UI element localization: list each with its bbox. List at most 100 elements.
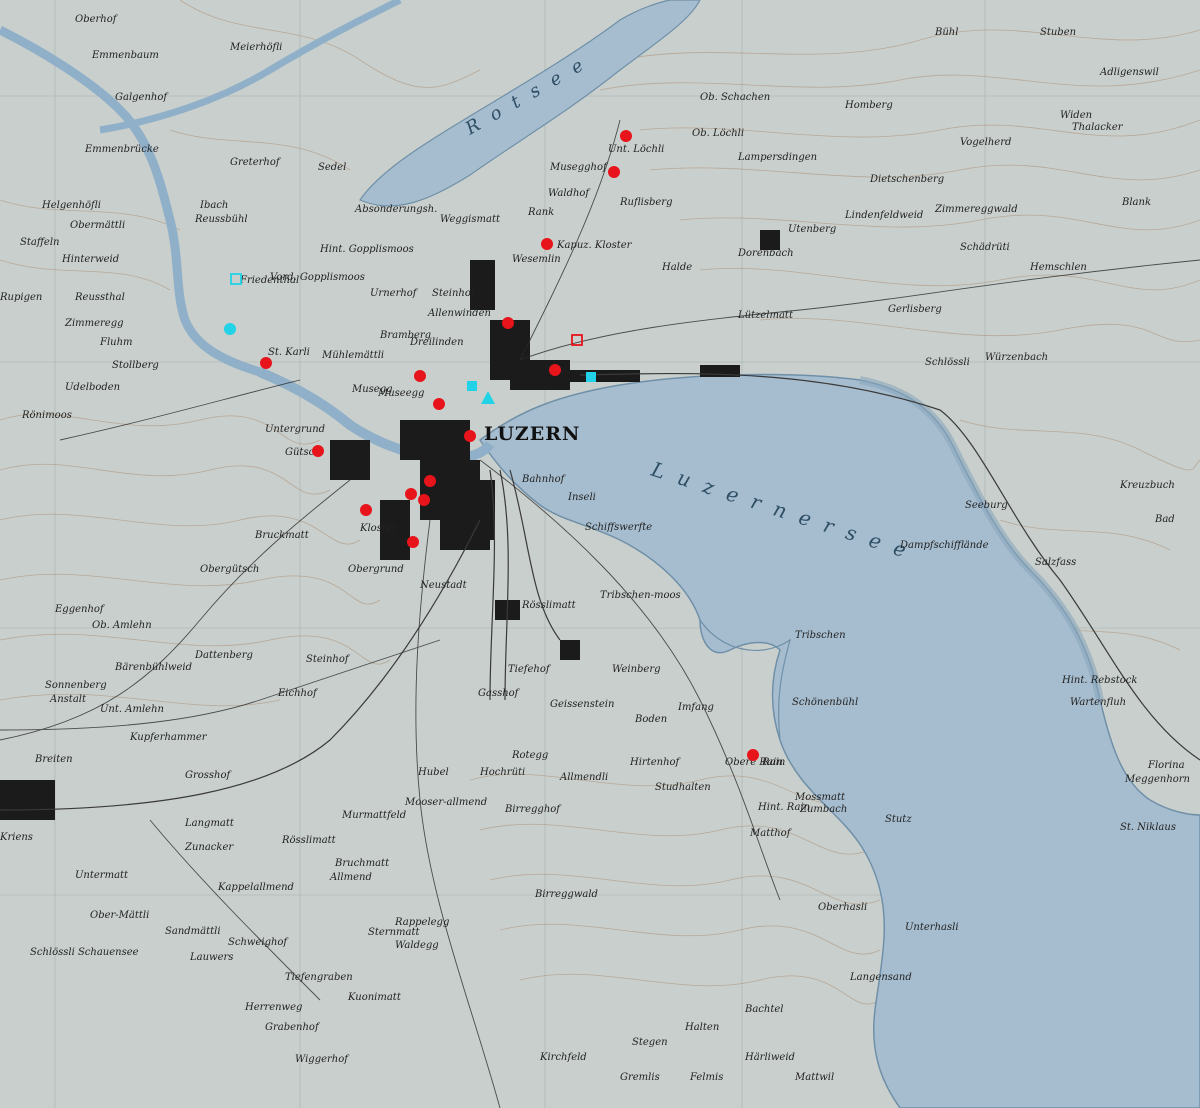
place-label: Kappelallmend xyxy=(217,882,294,893)
place-label: Galgenhof xyxy=(115,92,169,103)
place-label: Helgenhöfli xyxy=(41,200,101,211)
red-marker[interactable] xyxy=(424,475,436,487)
place-label: Wesemlin xyxy=(512,254,561,265)
place-label: Adligenswil xyxy=(1099,67,1159,78)
place-label: Tribschen-moos xyxy=(600,590,681,601)
cyan-square-marker[interactable] xyxy=(467,381,477,391)
red-marker[interactable] xyxy=(608,166,620,178)
red-marker[interactable] xyxy=(312,445,324,457)
place-label: Obermättli xyxy=(70,220,125,231)
place-label: Matthof xyxy=(749,828,793,839)
place-label: Kapuz. Kloster xyxy=(556,240,633,251)
place-label: Rappelegg xyxy=(394,917,449,928)
place-label: Wiggerhof xyxy=(295,1054,350,1065)
place-label: Dorenbach xyxy=(737,248,794,259)
place-label: Reussthal xyxy=(74,292,125,303)
place-label: Rotegg xyxy=(511,750,548,761)
place-label: Kuonimatt xyxy=(347,992,402,1003)
place-label: Waldegg xyxy=(395,940,439,951)
place-label: Bad xyxy=(1154,514,1175,525)
place-label: Allenwinden xyxy=(427,308,491,319)
place-label: Hubel xyxy=(417,767,449,778)
place-label: Allmendli xyxy=(559,772,608,783)
red-marker[interactable] xyxy=(464,430,476,442)
cyan-circle-marker[interactable] xyxy=(224,323,236,335)
red-marker[interactable] xyxy=(414,370,426,382)
red-marker[interactable] xyxy=(405,488,417,500)
place-label: St. Karli xyxy=(268,347,310,358)
place-label: Udelboden xyxy=(65,382,120,393)
place-label: Murmattfeld xyxy=(341,810,406,821)
place-label: Unt. Löchli xyxy=(608,144,664,155)
red-marker[interactable] xyxy=(418,494,430,506)
place-label: Kirchfeld xyxy=(539,1052,587,1063)
red-marker[interactable] xyxy=(360,504,372,516)
place-label: Stuben xyxy=(1040,27,1076,38)
place-label: Studhalten xyxy=(655,782,711,793)
red-marker[interactable] xyxy=(620,130,632,142)
place-label: Eggenhof xyxy=(54,604,106,615)
place-label: Waldhof xyxy=(548,188,591,199)
place-label: Bruchmatt xyxy=(334,858,390,869)
place-label: Halde xyxy=(661,262,692,273)
red-marker[interactable] xyxy=(260,357,272,369)
red-marker[interactable] xyxy=(502,317,514,329)
place-label: Hemschlen xyxy=(1029,262,1087,273)
place-label: Rönimoos xyxy=(21,410,72,421)
place-label: Sandmättli xyxy=(165,926,221,937)
place-label: Sternmatt xyxy=(368,927,420,938)
place-label: Dreilinden xyxy=(409,337,464,348)
place-label: Blank xyxy=(1121,197,1151,208)
place-label: Stegen xyxy=(632,1037,668,1048)
place-label: Inseli xyxy=(567,492,596,503)
place-label: Musegg xyxy=(351,384,393,395)
red-marker[interactable] xyxy=(541,238,553,250)
place-label: Sedel xyxy=(318,162,346,173)
place-label: Zimmereggwald xyxy=(934,204,1018,215)
place-label: Reussbühl xyxy=(194,214,248,225)
place-label: Hirtenhof xyxy=(629,757,682,768)
red-marker[interactable] xyxy=(747,749,759,761)
place-label: Utenberg xyxy=(788,224,836,235)
place-label: Schweighof xyxy=(228,937,289,948)
place-label: Lindenfeldweid xyxy=(844,210,923,221)
place-label: Hint. Gopplismoos xyxy=(319,244,414,255)
place-label: Schlössli xyxy=(925,357,970,368)
red-marker[interactable] xyxy=(549,364,561,376)
place-label: Allmend xyxy=(329,872,372,883)
place-label: Kreuzbuch xyxy=(1119,480,1175,491)
place-label: Zimmeregg xyxy=(64,318,124,329)
place-label: Felmis xyxy=(689,1072,723,1083)
place-label: Thalacker xyxy=(1072,122,1124,133)
place-label: Weggismatt xyxy=(440,214,501,225)
place-label: Zunacker xyxy=(184,842,234,853)
place-label: Eichhof xyxy=(277,688,319,699)
cyan-square-marker[interactable] xyxy=(586,372,596,382)
place-label: Dietschenberg xyxy=(869,174,944,185)
place-label: Oberhasli xyxy=(818,902,867,913)
place-label: Rank xyxy=(527,207,554,218)
red-marker[interactable] xyxy=(407,536,419,548)
place-label: Breiten xyxy=(34,754,73,765)
city-label: LUZERN xyxy=(484,423,580,445)
place-label: Hochrüti xyxy=(479,767,525,778)
topographic-map[interactable]: LUZERN Luzernersee Rotsee Emmenbaum Emme… xyxy=(0,0,1200,1108)
red-marker[interactable] xyxy=(433,398,445,410)
place-label: Seeburg xyxy=(965,500,1008,511)
place-label: Ober-Mättli xyxy=(90,910,149,921)
place-label: Dampfschifflände xyxy=(899,540,989,551)
place-label: Urnerhof xyxy=(370,288,419,299)
place-label: Bruckmatt xyxy=(254,530,310,541)
place-label: Lampersdingen xyxy=(737,152,817,163)
place-label: Tiefengraben xyxy=(285,972,353,983)
place-label: Schiffswerfte xyxy=(585,522,652,533)
place-label: Steinhof xyxy=(432,288,477,299)
place-label: Homberg xyxy=(844,100,893,111)
place-label: Tiefehof xyxy=(508,664,552,675)
place-label: Kupferhammer xyxy=(129,732,208,743)
place-label: Bahnhof xyxy=(521,474,567,485)
place-label: Untergrund xyxy=(265,424,325,435)
place-label: Rösslimatt xyxy=(281,835,337,846)
place-label: Neustadt xyxy=(419,580,468,591)
place-label: Greterhof xyxy=(230,157,282,168)
